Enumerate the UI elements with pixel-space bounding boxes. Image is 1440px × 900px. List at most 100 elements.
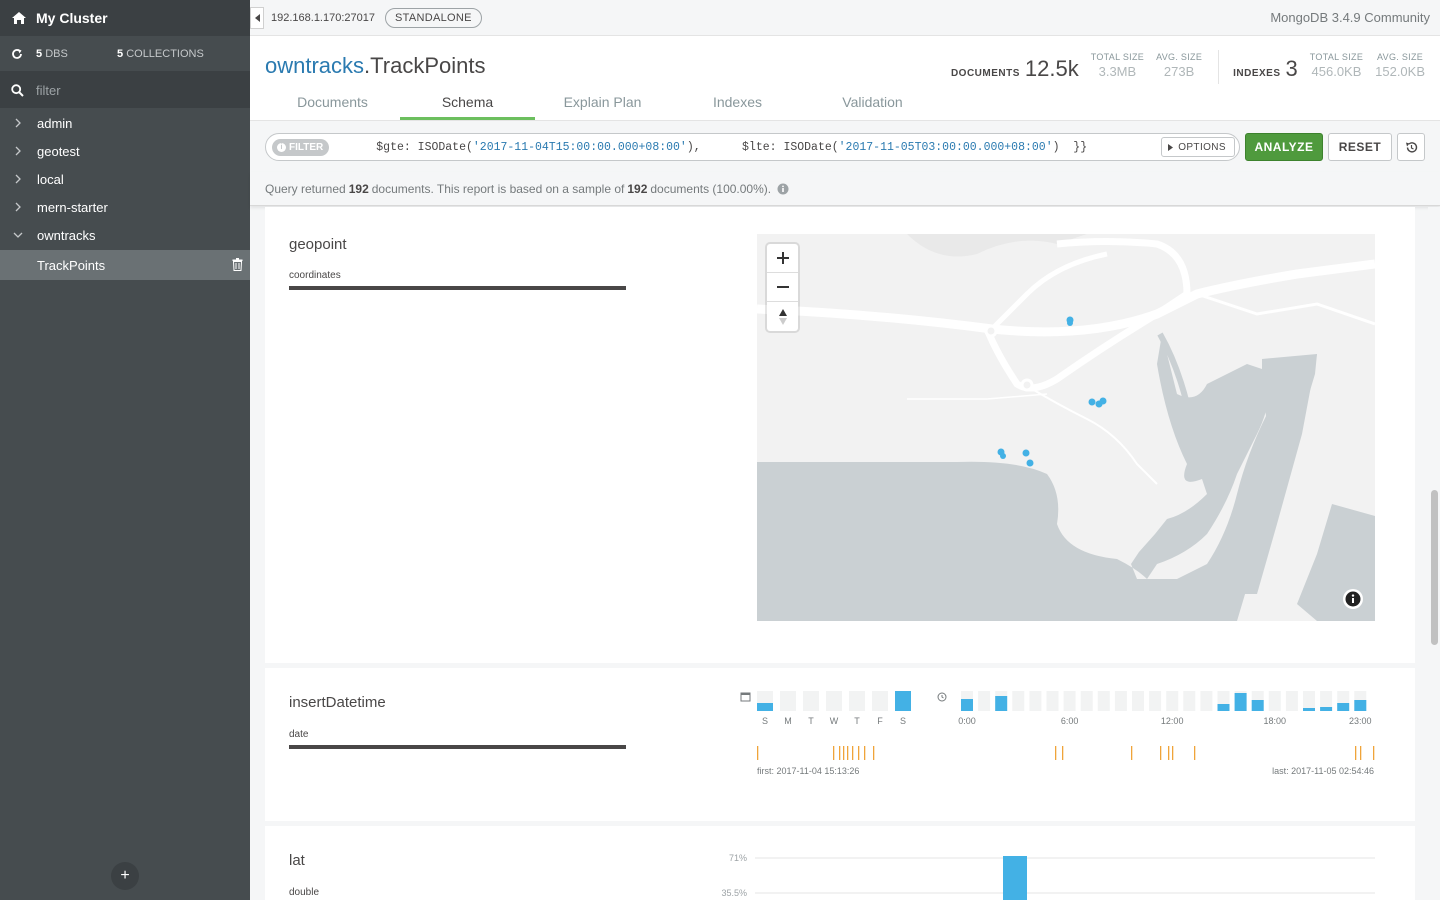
- day-label: W: [830, 716, 839, 726]
- chevron-down-icon: [12, 232, 24, 238]
- timeline-tick: [1360, 746, 1362, 760]
- field-name: geopoint: [289, 236, 347, 253]
- minus-icon: [776, 286, 789, 288]
- calendar-icon: [740, 692, 751, 702]
- tab-validation[interactable]: Validation: [805, 90, 940, 120]
- day-bar-bg: [826, 691, 842, 711]
- hour-bar: [1217, 704, 1230, 711]
- scrollbar-thumb[interactable]: [1431, 490, 1438, 645]
- refresh-icon[interactable]: [11, 48, 23, 60]
- field-type-bar[interactable]: [289, 286, 626, 290]
- zoom-out-button[interactable]: [767, 273, 798, 302]
- timeline-tick: [1131, 746, 1133, 760]
- timeline-tick: [852, 746, 854, 760]
- schema-field-geopoint: geopoint coordinates: [265, 207, 1415, 663]
- tab-schema[interactable]: Schema: [400, 90, 535, 120]
- hour-bar-bg: [1029, 691, 1042, 711]
- hour-bar: [961, 699, 973, 711]
- sidebar-item-label: TrackPoints: [37, 257, 106, 273]
- timeline-tick: [757, 746, 759, 760]
- reset-bearing-button[interactable]: [767, 302, 798, 331]
- hour-bar-bg: [1114, 691, 1127, 711]
- zoom-in-button[interactable]: [767, 244, 798, 273]
- dbs-count: 5 DBS: [36, 47, 68, 60]
- content-scrollbar[interactable]: [1428, 207, 1440, 900]
- hour-label: 23:00: [1349, 716, 1372, 726]
- schema-field-insertdatetime: insertDatetime date S M T W T F S 0:00 6:00 12:00…: [265, 668, 1415, 821]
- collapse-sidebar-button[interactable]: [250, 6, 264, 29]
- history-icon: [1405, 141, 1417, 153]
- timeline-tick: [843, 746, 845, 760]
- map-attribution-button[interactable]: [1343, 589, 1363, 609]
- histogram-bar: [1003, 856, 1027, 900]
- field-name: insertDatetime: [289, 694, 386, 711]
- day-label: T: [854, 716, 860, 726]
- day-bar-bg: [803, 691, 819, 711]
- documents-avg-size: AVG. SIZE 273B: [1156, 52, 1203, 79]
- collection-stats: DOCUMENTS 12.5k TOTAL SIZE 3.3MB AVG. SIZE…: [951, 50, 1425, 84]
- trash-icon[interactable]: [232, 258, 243, 271]
- tab-explain-plan[interactable]: Explain Plan: [535, 90, 670, 120]
- namespace-collection: TrackPoints: [370, 53, 486, 78]
- database-list: admin geotest local mern-starter owntrac…: [0, 108, 250, 280]
- filter-input[interactable]: [36, 82, 236, 98]
- documents-stat: DOCUMENTS 12.5k: [950, 56, 1079, 81]
- hour-bar: [1303, 708, 1315, 711]
- create-database-button[interactable]: +: [111, 862, 139, 890]
- field-type-label: date: [289, 729, 309, 740]
- filter-label: i FILTER: [272, 138, 330, 156]
- instance-bar: 192.168.1.170:27017 STANDALONE MongoDB 3…: [250, 0, 1440, 36]
- hour-bar: [1320, 707, 1333, 711]
- hour-label: 18:00: [1264, 716, 1287, 726]
- sidebar-item-geotest[interactable]: geotest: [0, 137, 250, 165]
- namespace-db[interactable]: owntracks: [265, 53, 364, 78]
- options-toggle[interactable]: OPTIONS: [1161, 137, 1235, 157]
- chevron-right-icon: [12, 118, 24, 128]
- hour-bar-bg: [1268, 691, 1281, 711]
- sidebar-item-local[interactable]: local: [0, 165, 250, 193]
- hour-bar-bg: [978, 691, 991, 711]
- sidebar-item-label: admin: [37, 115, 73, 131]
- reset-button[interactable]: RESET: [1328, 133, 1392, 161]
- day-bar: [895, 691, 911, 711]
- timeline-tick: [847, 746, 849, 760]
- hour-bar-bg: [1063, 691, 1076, 711]
- chevron-right-icon: [12, 202, 24, 212]
- date-distribution-chart[interactable]: S M T W T F S 0:00 6:00 12:00 18:00 23:00 first: 201…: [735, 690, 1395, 820]
- query-history-button[interactable]: [1397, 133, 1425, 161]
- sidebar-item-trackpoints[interactable]: TrackPoints: [0, 250, 250, 280]
- stats-divider: [1218, 50, 1220, 84]
- lat-histogram[interactable]: 71% 35.5%: [705, 848, 1385, 900]
- day-label: S: [900, 716, 906, 726]
- analyze-button[interactable]: ANALYZE: [1245, 133, 1323, 161]
- home-icon: [12, 12, 26, 24]
- timeline-tick: [864, 746, 866, 760]
- query-text[interactable]: $gte: ISODate('2017-11-04T15:00:00.000+0…: [376, 141, 1087, 154]
- timeline-tick: [1062, 746, 1064, 760]
- timeline-tick: [833, 746, 835, 760]
- hour-bar: [1354, 700, 1367, 711]
- geo-map[interactable]: [757, 234, 1375, 621]
- plus-icon: [776, 252, 789, 264]
- sidebar-item-owntracks[interactable]: owntracks: [0, 221, 250, 249]
- cluster-title[interactable]: My Cluster: [0, 0, 250, 36]
- documents-total-size: TOTAL SIZE 3.3MB: [1090, 52, 1145, 79]
- tab-indexes[interactable]: Indexes: [670, 90, 805, 120]
- collection-header: owntracks.TrackPoints DOCUMENTS 12.5k TOT…: [250, 36, 1440, 120]
- filter-query-input[interactable]: i FILTER $gte: ISODate('2017-11-04T15:00:…: [265, 133, 1240, 161]
- sidebar-item-mern-starter[interactable]: mern-starter: [0, 193, 250, 221]
- hour-bar-bg: [1080, 691, 1093, 711]
- info-icon[interactable]: [777, 183, 789, 195]
- timeline-tick: [1055, 746, 1057, 760]
- hour-bar-bg: [1166, 691, 1179, 711]
- info-icon: i: [277, 142, 286, 152]
- tab-documents[interactable]: Documents: [265, 90, 400, 120]
- hour-bar-bg: [1012, 691, 1025, 711]
- caret-left-icon: [254, 13, 260, 22]
- field-type-bar[interactable]: [289, 745, 626, 749]
- sidebar-item-label: mern-starter: [37, 199, 108, 215]
- sidebar-item-admin[interactable]: admin: [0, 109, 250, 137]
- day-bar-bg: [849, 691, 865, 711]
- timeline-tick: [1160, 746, 1162, 760]
- field-type-label: coordinates: [289, 270, 341, 281]
